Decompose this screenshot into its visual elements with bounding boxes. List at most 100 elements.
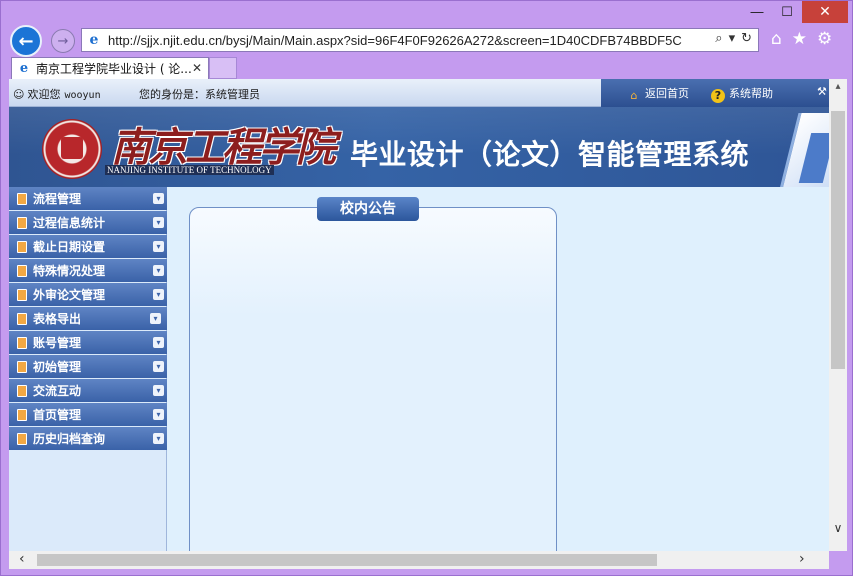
notice-panel xyxy=(189,207,557,551)
system-title: 毕业设计（论文）智能管理系统 xyxy=(350,138,750,171)
chevron-down-icon[interactable]: ▾ xyxy=(153,217,164,228)
search-icon[interactable]: ⌕ xyxy=(715,31,722,46)
document-icon xyxy=(17,336,27,349)
chevron-down-icon[interactable]: ▾ xyxy=(153,193,164,204)
maximize-button[interactable]: ☐ xyxy=(772,1,802,23)
sidebar-item-process-management[interactable]: 流程管理 ▾ xyxy=(9,187,167,210)
chevron-down-icon[interactable]: ▾ xyxy=(153,241,164,252)
tab-title: 南京工程学院毕业设计 ( 论... xyxy=(36,62,192,76)
sidebar-item-special-cases[interactable]: 特殊情况处理 ▾ xyxy=(9,259,167,282)
user-icon: ☺ xyxy=(13,88,25,101)
document-icon xyxy=(17,192,27,205)
role-text: 您的身份是：系统管理员 xyxy=(139,88,260,101)
star-icon[interactable]: ★ xyxy=(792,29,807,49)
document-icon xyxy=(17,432,27,445)
close-tab-icon[interactable]: ✕ xyxy=(192,61,202,75)
sidebar-item-table-export[interactable]: 表格导出 ▾ xyxy=(9,307,167,330)
back-arrow-icon[interactable]: ← xyxy=(10,25,42,57)
document-icon xyxy=(17,240,27,253)
school-name-english: NANJING INSTITUTE OF TECHNOLOGY xyxy=(105,165,274,175)
document-icon xyxy=(17,408,27,421)
document-icon xyxy=(17,288,27,301)
house-icon: ⌂ xyxy=(630,89,638,102)
address-bar[interactable]: e http://sjjx.njit.edu.cn/bysj/Main/Main… xyxy=(81,28,759,52)
sidebar-item-process-statistics[interactable]: 过程信息统计 ▾ xyxy=(9,211,167,234)
browser-tab-active[interactable]: e 南京工程学院毕业设计 ( 论... ✕ xyxy=(11,57,209,79)
url-text[interactable]: http://sjjx.njit.edu.cn/bysj/Main/Main.a… xyxy=(108,33,682,48)
help-link-label: 系统帮助 xyxy=(729,87,773,100)
sidebar-item-label: 外审论文管理 xyxy=(33,288,106,302)
help-link[interactable]: ? 系统帮助 xyxy=(711,85,773,103)
vertical-scrollbar[interactable]: ▴ ∨ xyxy=(829,79,847,551)
sidebar-item-label: 过程信息统计 xyxy=(33,216,106,230)
sidebar-item-label: 表格导出 xyxy=(33,312,82,326)
sidebar-item-history-archive[interactable]: 历史归档查询 ▾ xyxy=(9,427,167,450)
top-nav: ⌂ 返回首页 ? 系统帮助 ⚒ xyxy=(601,79,829,107)
forward-arrow-icon[interactable]: → xyxy=(51,29,75,53)
ie-page-icon: e xyxy=(89,32,99,48)
window-controls: ― ☐ ✕ xyxy=(742,1,848,23)
sidebar-item-label: 首页管理 xyxy=(33,408,82,422)
sidebar-item-label: 历史归档查询 xyxy=(33,432,106,446)
new-tab-button[interactable] xyxy=(209,57,237,79)
sidebar-item-initial-management[interactable]: 初始管理 ▾ xyxy=(9,355,167,378)
sidebar-item-deadline-settings[interactable]: 截止日期设置 ▾ xyxy=(9,235,167,258)
navigation-row: ← → e http://sjjx.njit.edu.cn/bysj/Main/… xyxy=(1,23,853,57)
tools-icon[interactable]: ⚒ xyxy=(817,85,827,98)
browser-window: ― ☐ ✕ ← → e http://sjjx.njit.edu.cn/bysj… xyxy=(0,0,853,576)
document-icon xyxy=(17,384,27,397)
sidebar-item-external-review[interactable]: 外审论文管理 ▾ xyxy=(9,283,167,306)
scroll-right-icon[interactable]: › xyxy=(799,551,805,567)
chevron-down-icon[interactable]: ▾ xyxy=(153,385,164,396)
chevron-down-icon[interactable]: ▾ xyxy=(153,361,164,372)
chevron-down-icon[interactable]: ▾ xyxy=(153,409,164,420)
chevron-down-icon[interactable]: ▾ xyxy=(150,313,161,324)
scroll-down-icon[interactable]: ∨ xyxy=(829,521,847,535)
help-icon: ? xyxy=(711,89,725,103)
tab-row: e 南京工程学院毕业设计 ( 论... ✕ xyxy=(1,57,853,79)
page-viewport: ☺ 欢迎您 wooyun 您的身份是：系统管理员 ⌂ 返回首页 ? 系统帮助 ⚒ 南京工… xyxy=(9,79,829,551)
address-bar-actions: ⌕ ▾ ↻ xyxy=(715,31,752,46)
scroll-up-icon[interactable]: ▴ xyxy=(829,81,847,95)
vertical-scroll-thumb[interactable] xyxy=(831,111,845,369)
horizontal-scrollbar[interactable]: ‹ › xyxy=(9,551,829,569)
notice-title: 校内公告 xyxy=(317,197,419,221)
gear-icon[interactable]: ⚙ xyxy=(817,29,832,49)
close-window-button[interactable]: ✕ xyxy=(802,1,848,23)
seal-emblem xyxy=(61,137,83,159)
sidebar-item-label: 交流互动 xyxy=(33,384,82,398)
document-icon xyxy=(17,216,27,229)
dropdown-icon[interactable]: ▾ xyxy=(729,31,736,46)
tab-ie-icon: e xyxy=(19,60,29,76)
document-icon xyxy=(17,360,27,373)
sidebar-item-communication[interactable]: 交流互动 ▾ xyxy=(9,379,167,402)
chevron-down-icon[interactable]: ▾ xyxy=(153,337,164,348)
welcome-text: ☺ 欢迎您 wooyun xyxy=(13,86,101,102)
sidebar-item-label: 截止日期设置 xyxy=(33,240,106,254)
refresh-icon[interactable]: ↻ xyxy=(741,31,752,46)
sidebar-item-homepage-management[interactable]: 首页管理 ▾ xyxy=(9,403,167,426)
scroll-left-icon[interactable]: ‹ xyxy=(19,551,25,567)
username: wooyun xyxy=(64,90,101,101)
home-link[interactable]: ⌂ 返回首页 xyxy=(627,85,690,103)
horizontal-scroll-thumb[interactable] xyxy=(37,554,657,566)
document-icon xyxy=(17,312,27,325)
sidebar-item-label: 流程管理 xyxy=(33,192,82,206)
sidebar-menu: 流程管理 ▾ 过程信息统计 ▾ 截止日期设置 ▾ 特殊情况处理 ▾ 外审论文管理 ▾ 表格… xyxy=(9,187,167,551)
sidebar-item-label: 初始管理 xyxy=(33,360,82,374)
chevron-down-icon[interactable]: ▾ xyxy=(153,433,164,444)
browser-toolbar: ⌂ ★ ⚙ xyxy=(771,29,832,49)
sidebar-item-account-management[interactable]: 账号管理 ▾ xyxy=(9,331,167,354)
home-link-label: 返回首页 xyxy=(645,87,689,100)
header-banner: 南京工程学院 NANJING INSTITUTE OF TECHNOLOGY 毕… xyxy=(9,107,829,187)
sidebar-item-label: 账号管理 xyxy=(33,336,82,350)
minimize-button[interactable]: ― xyxy=(742,1,772,23)
document-icon xyxy=(17,264,27,277)
top-info-bar: ☺ 欢迎您 wooyun 您的身份是：系统管理员 ⌂ 返回首页 ? 系统帮助 ⚒ xyxy=(9,79,829,107)
home-icon[interactable]: ⌂ xyxy=(771,29,782,49)
welcome-label: 欢迎您 xyxy=(27,88,61,101)
sidebar-item-label: 特殊情况处理 xyxy=(33,264,106,278)
chevron-down-icon[interactable]: ▾ xyxy=(153,289,164,300)
chevron-down-icon[interactable]: ▾ xyxy=(153,265,164,276)
main-content: 校内公告 xyxy=(167,187,829,551)
